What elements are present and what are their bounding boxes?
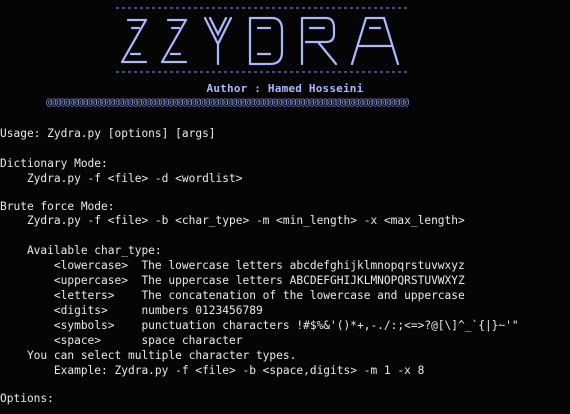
example-command: Example: Zydra.py -f <file> -b <space,di…	[0, 364, 425, 377]
usage-line: Usage: Zydra.py [options] [args]	[0, 127, 216, 140]
brute-force-mode-header: Brute force Mode:	[0, 200, 115, 213]
char-type-space: <space> space character	[0, 334, 243, 347]
terminal-window: Author : Hamed Hosseini @@@@@@@@@@@@@@@@…	[0, 0, 570, 414]
char-type-uppercase: <uppercase> The uppercase letters ABCDEF…	[0, 274, 465, 287]
divider-line: @@@@@@@@@@@@@@@@@@@@@@@@@@@@@@@@@@@@@@@@…	[46, 97, 409, 108]
char-type-digits: <digits> numbers 0123456789	[0, 304, 263, 317]
char-type-lowercase: <lowercase> The lowercase letters abcdef…	[0, 259, 465, 272]
zydra-ascii-logo	[0, 0, 570, 80]
dictionary-mode-header: Dictionary Mode:	[0, 157, 108, 170]
author-line: Author : Hamed Hosseini	[206, 82, 364, 95]
multiple-types-note: You can select multiple character types.	[0, 349, 297, 362]
char-type-header: Available char_type:	[0, 244, 162, 257]
dictionary-mode-command: Zydra.py -f <file> -d <wordlist>	[0, 172, 243, 185]
options-header: Options:	[0, 392, 54, 405]
char-type-letters: <letters> The concatenation of the lower…	[0, 289, 465, 302]
brute-force-mode-command: Zydra.py -f <file> -b <char_type> -m <mi…	[0, 214, 465, 227]
char-type-symbols: <symbols> punctuation characters !#$%&'(…	[0, 319, 519, 332]
